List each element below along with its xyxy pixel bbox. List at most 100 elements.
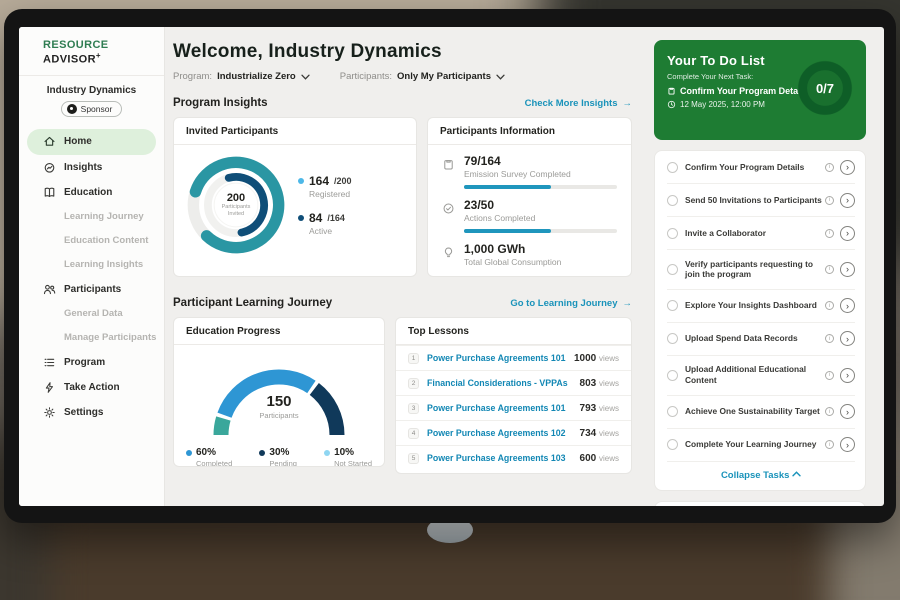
go-to-learning-journey-link[interactable]: Go to Learning Journey →	[510, 298, 632, 309]
sidebar-nav: Home Insights Education Learning Journey…	[19, 129, 164, 425]
sidebar-item-program[interactable]: Program	[19, 350, 164, 375]
insights-cards-row: Invited Participants	[173, 117, 632, 277]
rank-badge: 3	[408, 403, 419, 414]
info-icon[interactable]: i	[825, 407, 834, 416]
legend-completed: 60% Completed	[186, 447, 232, 467]
background-photo: RESOURCE ADVISOR+ Industry Dynamics Spon…	[0, 0, 900, 600]
lesson-link[interactable]: Power Purchase Agreements 102	[427, 428, 572, 438]
sidebar-item-insights[interactable]: Insights	[19, 155, 164, 180]
education-progress-card: Education Progress 150 Participants	[173, 317, 385, 467]
monitor-bezel: RESOURCE ADVISOR+ Industry Dynamics Spon…	[4, 9, 896, 523]
education-gauge-chart: 150 Participants	[194, 351, 364, 443]
task-chevron-button[interactable]: ›	[840, 404, 855, 419]
todo-item: Send 50 Invitations to Participants i ›	[667, 184, 855, 217]
task-checkbox[interactable]	[667, 370, 678, 381]
task-checkbox[interactable]	[667, 228, 678, 239]
todo-item: Achieve One Sustainability Target i ›	[667, 396, 855, 429]
dashboard-screen: RESOURCE ADVISOR+ Industry Dynamics Spon…	[19, 27, 884, 506]
arrow-right-icon: →	[623, 298, 633, 309]
task-chevron-button[interactable]: ›	[840, 193, 855, 208]
sponsor-icon	[67, 104, 77, 114]
section-title: Program Insights	[173, 97, 268, 109]
todo-panel: Your To Do List Complete Your Next Task:…	[654, 40, 866, 506]
actions-progress-bar	[464, 229, 617, 233]
lesson-link[interactable]: Power Purchase Agreements 101	[427, 403, 572, 413]
pending-dot	[259, 450, 265, 456]
sidebar-item-education-content[interactable]: Education Content	[19, 229, 164, 253]
rank-badge: 2	[408, 378, 419, 389]
lesson-row: 2 Financial Considerations - VPPAs 803 v…	[396, 370, 631, 395]
info-icon[interactable]: i	[825, 440, 834, 449]
donut-center-label: 200 Participants Invited	[184, 153, 288, 257]
lesson-link[interactable]: Power Purchase Agreements 103	[427, 453, 572, 463]
task-checkbox[interactable]	[667, 162, 678, 173]
section-title: Participant Learning Journey	[173, 297, 332, 309]
task-chevron-button[interactable]: ›	[840, 160, 855, 175]
sidebar-item-settings[interactable]: Settings	[19, 400, 164, 425]
sidebar-item-participants[interactable]: Participants	[19, 277, 164, 302]
lesson-row: 1 Power Purchase Agreements 101 1000 vie…	[396, 345, 631, 370]
todo-item: Invite a Collaborator i ›	[667, 217, 855, 250]
filter-bar: Program: Industrialize Zero Participants…	[173, 71, 632, 82]
task-chevron-button[interactable]: ›	[840, 437, 855, 452]
program-insights-header: Program Insights Check More Insights →	[173, 97, 632, 109]
task-chevron-button[interactable]: ›	[840, 226, 855, 241]
task-chevron-button[interactable]: ›	[840, 298, 855, 313]
program-dropdown[interactable]: Program: Industrialize Zero	[173, 71, 310, 82]
participants-dropdown[interactable]: Participants: Only My Participants	[340, 71, 505, 82]
task-checkbox[interactable]	[667, 333, 678, 344]
people-icon	[43, 283, 56, 296]
main-content: Welcome, Industry Dynamics Program: Indu…	[165, 27, 642, 506]
invited-legend: 164/200 Registered 84/164 Active	[298, 174, 352, 236]
rank-badge: 5	[408, 453, 419, 464]
sidebar-item-home[interactable]: Home	[27, 129, 156, 155]
sidebar-item-education[interactable]: Education	[19, 180, 164, 205]
lesson-link[interactable]: Power Purchase Agreements 101	[427, 353, 566, 363]
todo-item: Upload Spend Data Records i ›	[667, 323, 855, 356]
participants-information-card: Participants Information 79/164 Emission…	[427, 117, 632, 277]
task-chevron-button[interactable]: ›	[840, 262, 855, 277]
info-icon[interactable]: i	[825, 196, 834, 205]
info-icon[interactable]: i	[825, 229, 834, 238]
views-count: 793 views	[580, 403, 619, 414]
task-checkbox[interactable]	[667, 406, 678, 417]
clipboard-icon	[442, 157, 455, 172]
todo-item: Explore Your Insights Dashboard i ›	[667, 290, 855, 323]
task-chevron-button[interactable]: ›	[840, 331, 855, 346]
legend-pending: 30% Pending	[259, 447, 297, 467]
task-checkbox[interactable]	[667, 264, 678, 275]
registered-dot	[298, 178, 304, 184]
todo-item: Upload Additional Educational Content i …	[667, 356, 855, 396]
check-more-insights-link[interactable]: Check More Insights →	[525, 98, 632, 109]
views-count: 734 views	[580, 428, 619, 439]
sidebar-item-learning-insights[interactable]: Learning Insights	[19, 253, 164, 277]
task-checkbox[interactable]	[667, 439, 678, 450]
info-icon[interactable]: i	[825, 265, 834, 274]
clock-icon	[667, 100, 676, 109]
app-logo: RESOURCE ADVISOR+	[19, 37, 164, 66]
sidebar-item-take-action[interactable]: Take Action	[19, 375, 164, 400]
active-dot	[298, 215, 304, 221]
info-icon[interactable]: i	[825, 163, 834, 172]
info-icon[interactable]: i	[825, 301, 834, 310]
info-icon[interactable]: i	[825, 371, 834, 380]
sidebar-item-learning-journey[interactable]: Learning Journey	[19, 205, 164, 229]
sidebar-item-general-data[interactable]: General Data	[19, 302, 164, 326]
gauge-center-label: 150 Participants	[194, 393, 364, 420]
task-checkbox[interactable]	[667, 195, 678, 206]
insights-icon	[43, 161, 56, 174]
lesson-link[interactable]: Financial Considerations - VPPAs	[427, 378, 572, 388]
sidebar-item-manage-participants[interactable]: Manage Participants	[19, 326, 164, 350]
info-icon[interactable]: i	[825, 334, 834, 343]
legend-registered: 164/200 Registered	[298, 174, 352, 199]
collapse-tasks-link[interactable]: Collapse Tasks	[667, 462, 855, 488]
list-icon	[43, 356, 56, 369]
task-checkbox[interactable]	[667, 300, 678, 311]
check-circle-icon	[442, 201, 455, 216]
arrow-right-icon: →	[623, 98, 633, 109]
legend-not-started: 10% Not Started	[324, 447, 372, 467]
book-icon	[43, 186, 56, 199]
recent-news-card: Recent News	[654, 501, 866, 506]
task-chevron-button[interactable]: ›	[840, 368, 855, 383]
views-count: 1000 views	[574, 353, 619, 364]
